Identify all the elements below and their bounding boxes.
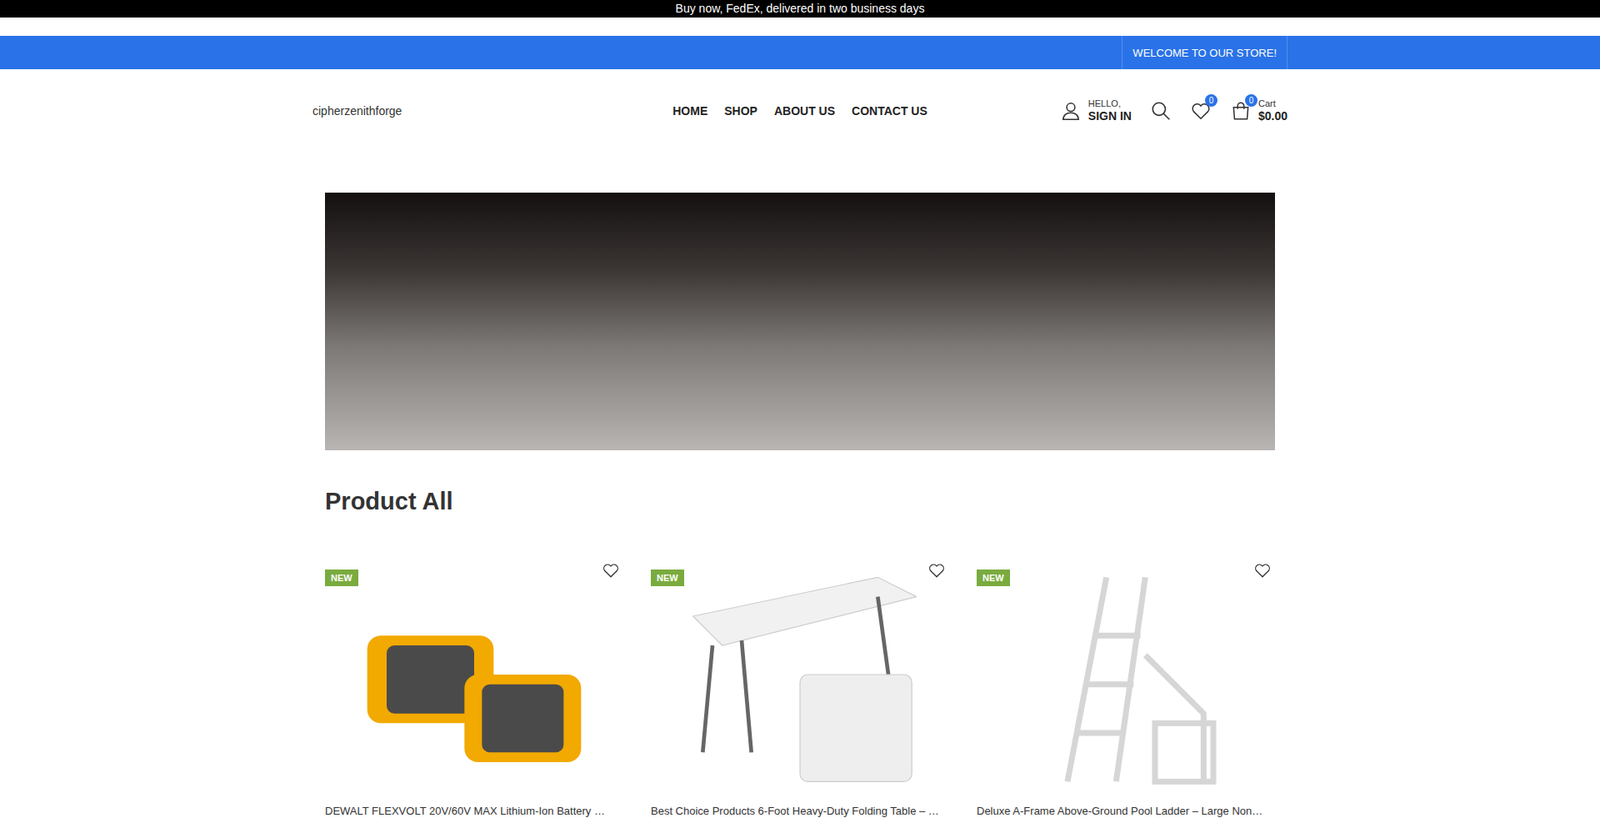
logo[interactable]: cipherzenithforge xyxy=(312,104,673,118)
welcome-bar: WELCOME TO OUR STORE! xyxy=(0,35,1600,70)
product-title[interactable]: Best Choice Products 6-Foot Heavy-Duty F… xyxy=(650,804,950,819)
nav-link[interactable]: ABOUT US xyxy=(774,104,835,118)
sign-in-text: SIGN IN xyxy=(1088,109,1132,124)
nav-link[interactable]: CONTACT US xyxy=(851,104,928,118)
product-title[interactable]: DEWALT FLEXVOLT 20V/60V MAX Lithium-Ion … xyxy=(325,804,624,819)
main-content: Product All NEW DEWALT FLEXVOLT 20V/60V MA… xyxy=(325,192,1275,819)
wishlist-count: 0 xyxy=(1205,94,1218,107)
new-badge: NEW xyxy=(325,569,359,586)
store-page: Buy now, FedEx, delivered in two busines… xyxy=(0,0,1600,828)
product-card[interactable]: NEW DEWALT FLEXVOLT 20V/60V MAX Lithium-I… xyxy=(325,549,624,819)
product-image[interactable]: NEW xyxy=(325,549,624,800)
product-title[interactable]: Deluxe A-Frame Above-Ground Pool Ladder … xyxy=(976,804,1275,819)
ladder-icon xyxy=(1009,557,1243,791)
cart-total: $0.00 xyxy=(1258,109,1288,124)
heart-icon[interactable] xyxy=(1253,560,1272,580)
cart-label: Cart xyxy=(1258,98,1288,110)
heart-icon[interactable] xyxy=(601,560,620,580)
main-nav: HOME SHOP ABOUT US CONTACT US xyxy=(672,104,928,118)
section-title: Product All xyxy=(325,486,1275,516)
product-image[interactable]: NEW xyxy=(976,549,1275,800)
hero-banner xyxy=(325,192,1275,450)
cart-count: 0 xyxy=(1245,94,1258,107)
nav-link[interactable]: SHOP xyxy=(724,104,758,118)
product-card[interactable]: NEW Deluxe A-Frame Above-Ground Pool Ladd… xyxy=(976,549,1275,819)
cart-button[interactable]: 0Cart$0.00 xyxy=(1230,98,1288,124)
table-icon xyxy=(683,557,917,791)
new-badge: NEW xyxy=(650,569,685,586)
search-icon[interactable] xyxy=(1150,100,1172,122)
header-actions: HELLO,SIGN IN 0 0Cart$0.00 xyxy=(927,98,1288,124)
user-icon xyxy=(1060,100,1082,122)
announcement-text: Buy now, FedEx, delivered in two busines… xyxy=(675,1,925,15)
new-badge: NEW xyxy=(976,569,1010,586)
site-header: cipherzenithforgeHOME SHOP ABOUT US CONTACT… xyxy=(312,69,1288,153)
wishlist-button[interactable]: 0 xyxy=(1190,100,1212,122)
battery-icon xyxy=(357,557,591,791)
product-grid: NEW DEWALT FLEXVOLT 20V/60V MAX Lithium-I… xyxy=(325,549,1275,819)
announcement-bar: Buy now, FedEx, delivered in two busines… xyxy=(0,0,1600,18)
welcome-text: WELCOME TO OUR STORE! xyxy=(1121,35,1288,70)
heart-icon[interactable] xyxy=(927,560,946,580)
sign-in-link[interactable]: HELLO,SIGN IN xyxy=(1060,98,1132,124)
nav-link[interactable]: HOME xyxy=(672,104,708,118)
product-card[interactable]: NEW Best Choice Products 6-Foot Heavy-Dut… xyxy=(650,549,950,819)
greeting-text: HELLO, xyxy=(1088,98,1132,110)
product-image[interactable]: NEW xyxy=(650,549,950,800)
